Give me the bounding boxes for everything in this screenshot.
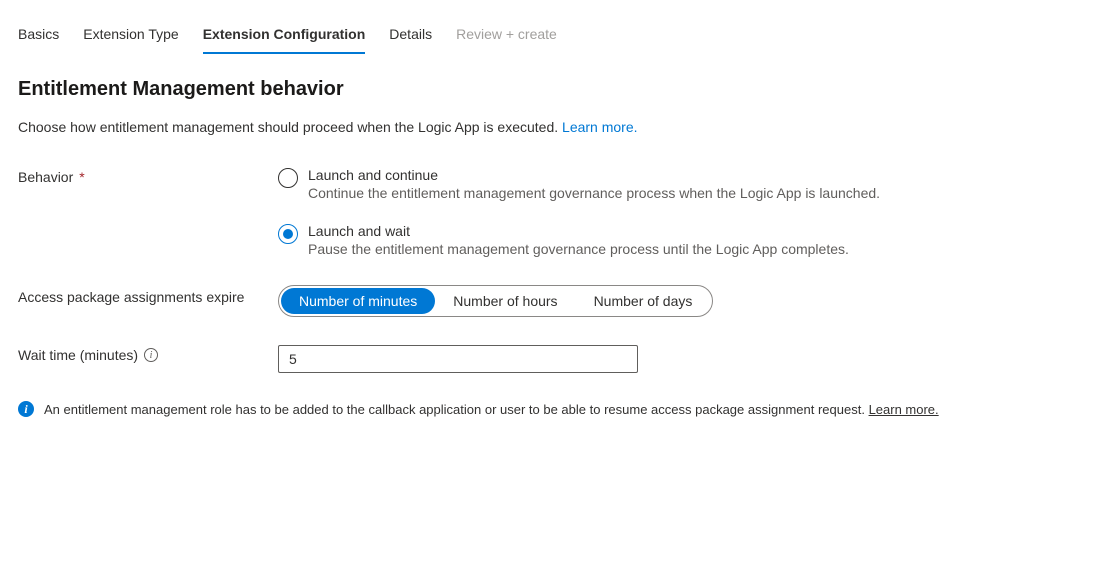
info-icon[interactable]: i (144, 348, 158, 362)
tab-extension-type[interactable]: Extension Type (83, 18, 178, 52)
section-title: Entitlement Management behavior (18, 78, 1082, 101)
behavior-control: Launch and continue Continue the entitle… (278, 167, 1082, 257)
wait-time-label: Wait time (minutes) i (18, 345, 278, 363)
wait-time-control (278, 345, 1082, 373)
radio-launch-continue-desc: Continue the entitlement management gove… (308, 185, 880, 201)
expire-row: Access package assignments expire Number… (18, 285, 1082, 317)
behavior-row: Behavior * Launch and continue Continue … (18, 167, 1082, 257)
tab-basics[interactable]: Basics (18, 18, 59, 52)
radio-text: Launch and wait Pause the entitlement ma… (308, 223, 849, 257)
pill-days[interactable]: Number of days (576, 288, 711, 314)
tab-bar: Basics Extension Type Extension Configur… (18, 18, 1082, 52)
tab-review-create[interactable]: Review + create (456, 18, 557, 52)
expire-pill-group: Number of minutes Number of hours Number… (278, 285, 713, 317)
tab-details[interactable]: Details (389, 18, 432, 52)
radio-launch-wait-label: Launch and wait (308, 223, 849, 239)
pill-minutes[interactable]: Number of minutes (281, 288, 435, 314)
radio-launch-wait[interactable]: Launch and wait Pause the entitlement ma… (278, 223, 1082, 257)
info-text-wrap: An entitlement management role has to be… (44, 402, 939, 417)
behavior-radio-group: Launch and continue Continue the entitle… (278, 167, 1082, 257)
info-box: i An entitlement management role has to … (18, 401, 1082, 417)
expire-label: Access package assignments expire (18, 285, 278, 308)
info-learn-more-link[interactable]: Learn more. (869, 402, 939, 417)
radio-icon (278, 168, 298, 188)
radio-launch-continue-label: Launch and continue (308, 167, 880, 183)
wait-time-input[interactable] (278, 345, 638, 373)
radio-text: Launch and continue Continue the entitle… (308, 167, 880, 201)
wait-time-label-text: Wait time (minutes) (18, 347, 138, 363)
expire-control: Number of minutes Number of hours Number… (278, 285, 1082, 317)
section-description: Choose how entitlement management should… (18, 119, 1082, 135)
required-indicator: * (79, 169, 84, 185)
radio-launch-wait-desc: Pause the entitlement management governa… (308, 241, 849, 257)
radio-launch-continue[interactable]: Launch and continue Continue the entitle… (278, 167, 1082, 201)
radio-icon (278, 224, 298, 244)
section-description-text: Choose how entitlement management should… (18, 119, 562, 135)
behavior-label-text: Behavior (18, 169, 73, 185)
info-text: An entitlement management role has to be… (44, 402, 869, 417)
learn-more-link[interactable]: Learn more. (562, 119, 637, 135)
tab-extension-configuration[interactable]: Extension Configuration (203, 18, 366, 52)
wait-time-row: Wait time (minutes) i (18, 345, 1082, 373)
info-badge-icon: i (18, 401, 34, 417)
pill-hours[interactable]: Number of hours (435, 288, 575, 314)
behavior-label: Behavior * (18, 167, 278, 185)
